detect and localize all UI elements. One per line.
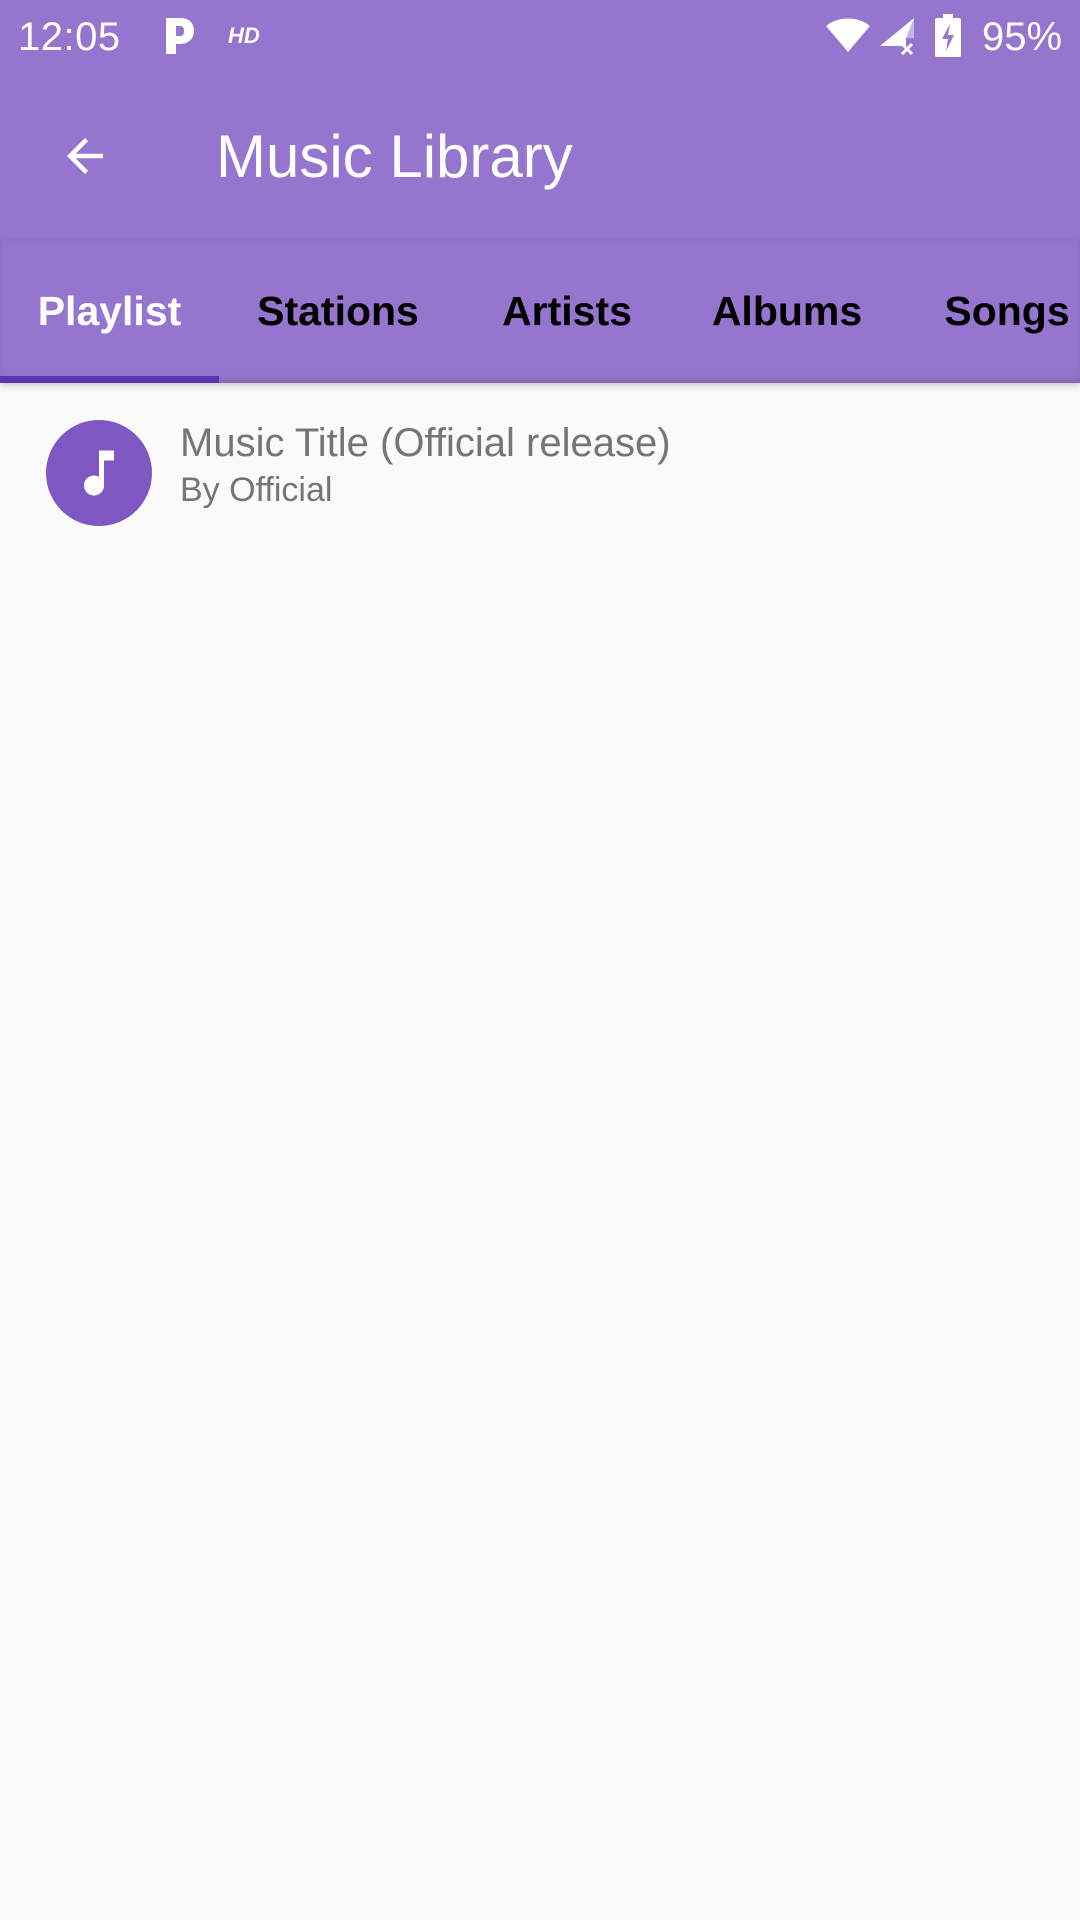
arrow-back-icon [67,138,103,174]
battery-percent: 95% [982,15,1063,59]
tab-artists[interactable]: Artists [457,240,677,383]
tab-bar: Playlist Stations Artists Albums Songs [0,240,1080,383]
tab-playlist[interactable]: Playlist [0,240,219,383]
music-note-icon [84,450,114,496]
tab-indicator [0,376,219,383]
page-title: Music Library [216,123,573,190]
p-app-icon [166,18,194,54]
battery-charging-icon [935,14,961,57]
list-item-title: Music Title (Official release) [180,421,671,465]
cell-signal-no-data-icon [880,18,914,56]
tab-albums[interactable]: Albums [677,240,897,383]
status-time: 12:05 [18,15,121,59]
app-bar: Music Library [0,75,1080,240]
status-bar: 12:05 HD 95% [0,0,1080,75]
back-button[interactable] [40,111,130,201]
avatar [46,420,152,526]
hd-label: HD [228,23,260,48]
list-item[interactable]: Music Title (Official release) By Offici… [0,404,1080,544]
tab-songs[interactable]: Songs [897,240,1080,383]
tab-stations[interactable]: Stations [219,240,457,383]
wifi-icon [826,18,870,52]
list-item-subtitle: By Official [180,471,333,509]
